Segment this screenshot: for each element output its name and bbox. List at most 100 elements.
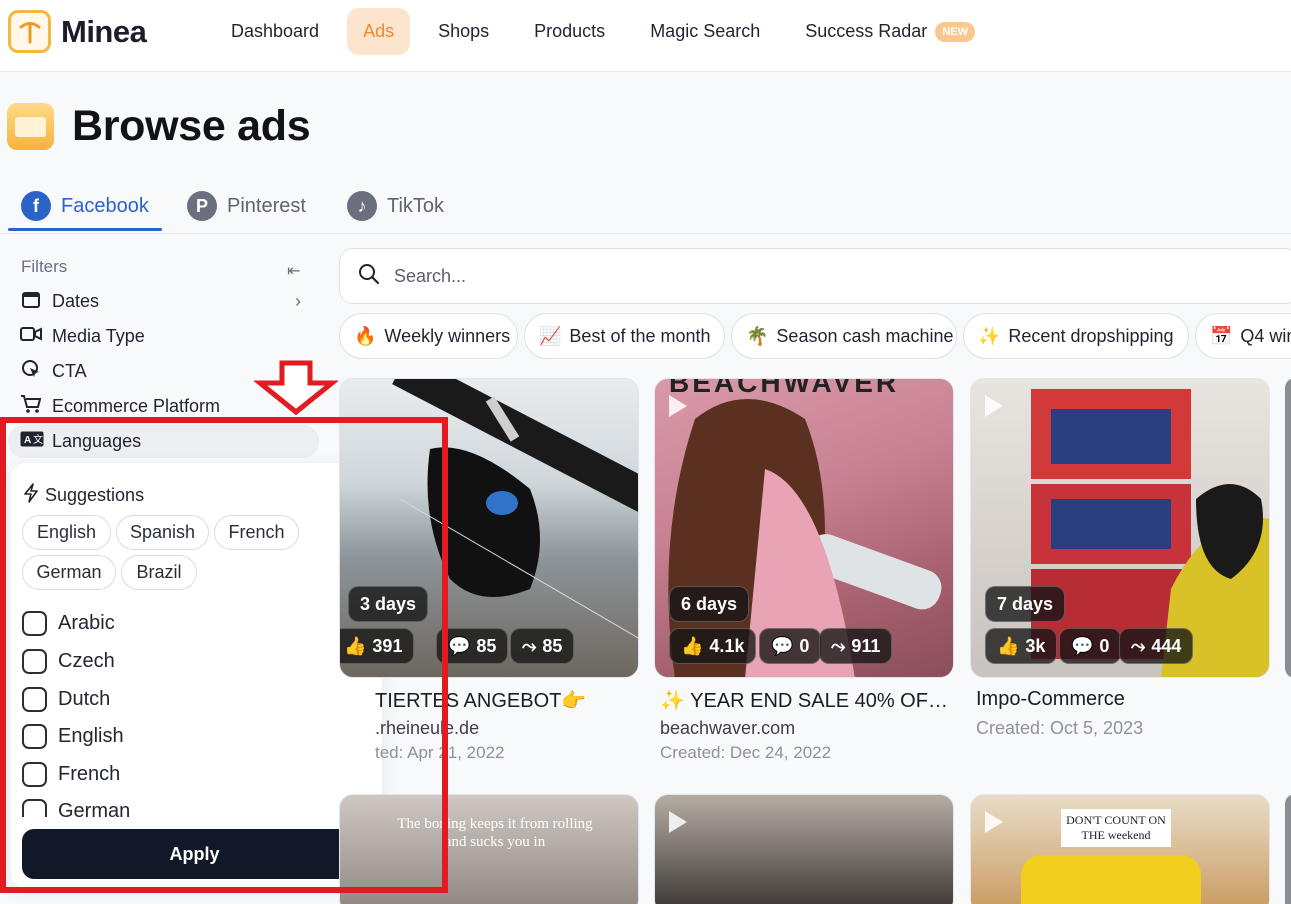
play-icon[interactable] <box>985 811 1003 833</box>
video-icon <box>20 325 42 348</box>
cart-icon <box>20 394 42 419</box>
ad-title[interactable]: Impo-Commerce <box>976 688 1266 711</box>
suggestion-chip-english[interactable]: English <box>22 515 111 550</box>
languages-dropdown: Suggestions English Spanish French Germa… <box>11 463 382 888</box>
checkbox[interactable] <box>22 610 47 636</box>
filter-ecommerce-platform-label: Ecommerce Platform <box>52 396 221 416</box>
filter-cta[interactable]: CTA <box>8 355 319 388</box>
language-option-english[interactable]: English <box>22 721 124 751</box>
ad-created-date: Created: Oct 5, 2023 <box>976 718 1144 738</box>
search-input[interactable] <box>394 265 1194 287</box>
ad-domain[interactable]: .rheineule.de <box>375 718 479 739</box>
share-icon: ⤳ <box>522 635 537 656</box>
language-option-french[interactable]: French <box>22 759 120 789</box>
ad-title[interactable]: TIERTES ANGEBOT👉 <box>375 688 635 713</box>
checkbox[interactable] <box>22 686 47 712</box>
suggestion-chip-french[interactable]: French <box>214 515 299 550</box>
app-name: Minea <box>61 13 147 49</box>
search-icon <box>358 263 380 290</box>
play-icon[interactable] <box>985 395 1003 417</box>
comments-count: 85 <box>476 635 497 656</box>
tab-pinterest-label: Pinterest <box>227 194 306 217</box>
preset-label: Recent dropshipping <box>1008 325 1174 346</box>
preset-best-of-month[interactable]: 📈 Best of the month <box>524 313 725 359</box>
play-icon[interactable] <box>669 395 687 417</box>
nav-products[interactable]: Products <box>517 8 622 55</box>
thumbs-up-icon: 👍 <box>997 635 1020 656</box>
filters-heading: Filters <box>21 257 68 276</box>
preset-label: Season cash machine <box>776 325 954 346</box>
apply-button[interactable]: Apply <box>22 829 367 879</box>
tab-facebook[interactable]: f Facebook <box>21 186 149 226</box>
nav-ads[interactable]: Ads <box>347 7 411 55</box>
platform-tabs: f Facebook P Pinterest ♪ TikTok <box>0 180 1291 234</box>
preset-weekly-winners[interactable]: 🔥 Weekly winners <box>339 313 518 359</box>
ad-card[interactable]: The boning keeps it from rolling and suc… <box>339 794 639 904</box>
preset-q4-winners[interactable]: 📅 Q4 win <box>1195 313 1291 359</box>
preset-recent-dropshipping[interactable]: ✨ Recent dropshipping <box>963 313 1189 359</box>
nav-dashboard[interactable]: Dashboard <box>214 8 336 55</box>
share-icon: ⤳ <box>1131 635 1146 656</box>
ad-age-badge: 6 days <box>669 586 750 622</box>
language-label: Dutch <box>58 687 111 710</box>
thumbs-up-icon: 👍 <box>344 635 367 656</box>
ad-card-partial[interactable] <box>1285 794 1291 904</box>
likes-count: 391 <box>372 635 403 656</box>
ad-card[interactable]: 7 days 👍 3k 💬 0 ⤳ 444 Impo-Commerce Created… <box>970 378 1270 738</box>
ad-title[interactable]: ✨ YEAR END SALE 40% OFF ... <box>660 688 950 713</box>
checkbox[interactable] <box>22 723 47 749</box>
suggestions-label: Suggestions <box>45 485 145 505</box>
language-option-german[interactable]: German <box>22 796 130 817</box>
comment-icon: 💬 <box>1071 635 1094 656</box>
filter-dates-label: Dates <box>52 291 100 311</box>
ad-card-partial[interactable] <box>1285 378 1291 678</box>
ad-domain[interactable]: beachwaver.com <box>660 718 795 739</box>
language-option-dutch[interactable]: Dutch <box>22 684 110 714</box>
collapse-sidebar-icon[interactable]: ⇤ <box>287 261 300 281</box>
preset-season-cash-machine[interactable]: 🌴 Season cash machine <box>731 313 957 359</box>
ad-card[interactable]: BEACHWAVER 6 days 👍 4.1k 💬 0 ⤳ 911 ✨ YEAR E… <box>654 378 954 762</box>
ad-thumbnail[interactable]: BEACHWAVER 6 days 👍 4.1k 💬 0 ⤳ 911 <box>654 378 954 678</box>
printer-image <box>1021 855 1201 904</box>
checkbox[interactable] <box>22 761 47 787</box>
suggestion-chip-german[interactable]: German <box>22 555 116 590</box>
preset-label: Q4 win <box>1240 325 1291 346</box>
tab-pinterest[interactable]: P Pinterest <box>187 186 306 226</box>
play-icon[interactable] <box>669 811 687 833</box>
filter-languages[interactable]: A文 Languages <box>8 425 319 458</box>
language-label: German <box>58 799 131 818</box>
language-option-czech[interactable]: Czech <box>22 646 115 676</box>
language-list: Arabic Czech Dutch English French German <box>11 603 382 817</box>
tiktok-icon: ♪ <box>347 191 377 221</box>
top-navigation: Minea Dashboard Ads Shops Products Magic… <box>0 0 1291 72</box>
filter-dates[interactable]: Dates › <box>8 285 319 318</box>
ad-card[interactable] <box>654 794 954 904</box>
nav-success-radar[interactable]: Success Radar NEW <box>788 8 992 55</box>
fire-icon: 🔥 <box>354 325 377 346</box>
browser-window-icon <box>7 103 54 150</box>
likes-stat: 👍 3k <box>985 628 1058 664</box>
comments-stat: 💬 85 <box>436 628 509 664</box>
language-option-arabic[interactable]: Arabic <box>22 608 115 638</box>
suggestion-chip-spanish[interactable]: Spanish <box>116 515 209 550</box>
nav-shops[interactable]: Shops <box>421 8 506 55</box>
calendar-icon: 📅 <box>1210 325 1233 346</box>
facebook-icon: f <box>21 191 51 221</box>
suggestions-heading: Suggestions <box>23 483 144 508</box>
suggestion-chip-brazil[interactable]: Brazil <box>121 555 197 590</box>
checkbox[interactable] <box>22 648 47 674</box>
filter-media-type-label: Media Type <box>52 326 145 346</box>
filter-languages-label: Languages <box>52 431 142 451</box>
ad-card[interactable]: DON'T COUNT ON THE weekend <box>970 794 1270 904</box>
ad-thumbnail[interactable]: 3 days 👍 391 💬 85 ⤳ 85 <box>339 378 639 678</box>
checkbox[interactable] <box>22 798 47 817</box>
ad-thumbnail[interactable]: 7 days 👍 3k 💬 0 ⤳ 444 <box>970 378 1270 678</box>
app-logo[interactable]: Minea <box>8 10 147 53</box>
filter-media-type[interactable]: Media Type <box>8 320 319 353</box>
comments-count: 0 <box>799 635 810 656</box>
cursor-click-icon <box>20 359 42 384</box>
nav-magic-search[interactable]: Magic Search <box>633 8 777 55</box>
filter-ecommerce-platform[interactable]: Ecommerce Platform <box>8 390 319 423</box>
ad-card[interactable]: 3 days 👍 391 💬 85 ⤳ 85 TIERTES ANGEBOT👉 .rh… <box>339 378 639 762</box>
tab-tiktok[interactable]: ♪ TikTok <box>347 186 444 226</box>
